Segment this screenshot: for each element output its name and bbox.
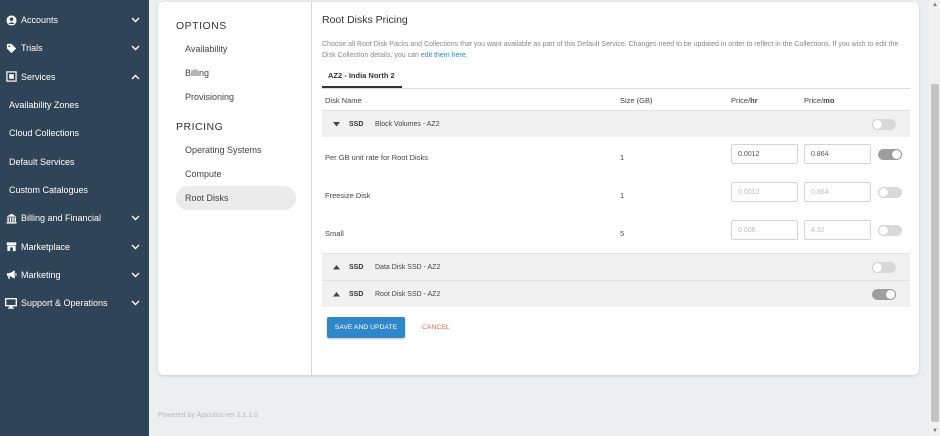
- column-header-price-mo: Price/mo: [804, 96, 835, 105]
- sidebar-item-label: Accounts: [21, 15, 59, 26]
- chevron-down-icon: [130, 270, 140, 280]
- chevron-down-icon: [130, 43, 140, 53]
- disk-type-label: SSD: [349, 290, 364, 298]
- settings-nav: OPTIONS Availability Billing Provisionin…: [158, 2, 312, 375]
- group-enable-toggle[interactable]: [872, 262, 896, 273]
- nav-link-billing[interactable]: Billing: [176, 61, 296, 85]
- column-header-price-hr: Price/hr: [731, 96, 758, 105]
- save-and-update-button[interactable]: SAVE AND UPDATE: [327, 317, 405, 338]
- disk-size: 5: [620, 229, 625, 238]
- page-title: Root Disks Pricing: [322, 14, 408, 26]
- user-icon: [5, 14, 17, 26]
- group-enable-toggle[interactable]: [872, 119, 896, 130]
- sidebar-item-label: Cloud Collections: [9, 128, 80, 139]
- tab-divider: [322, 88, 910, 89]
- price-mo-input[interactable]: [804, 144, 871, 164]
- caret-up-icon[interactable]: [332, 291, 340, 297]
- disk-group-root-disk: SSD Root Disk SSD - AZ2: [322, 280, 910, 307]
- price-hr-input[interactable]: [731, 144, 798, 164]
- disk-size: 1: [620, 191, 625, 200]
- sidebar-item-cloud-collections[interactable]: Cloud Collections: [0, 119, 149, 147]
- table-row: Small 5: [322, 214, 910, 252]
- disk-size: 1: [620, 153, 625, 162]
- sidebar-item-custom-catalogues[interactable]: Custom Catalogues: [0, 176, 149, 204]
- bank-icon: [5, 212, 17, 224]
- sidebar-item-label: Services: [21, 71, 56, 82]
- disk-type-label: SSD: [349, 263, 364, 271]
- nav-link-operating-systems[interactable]: Operating Systems: [176, 138, 296, 162]
- nav-link-root-disks[interactable]: Root Disks: [176, 186, 296, 210]
- sidebar-item-label: Trials: [21, 43, 43, 54]
- price-mo-input[interactable]: [804, 220, 871, 240]
- disk-group-name: Block Volumes - AZ2: [375, 120, 440, 128]
- sidebar-item-marketplace[interactable]: Marketplace: [0, 232, 149, 260]
- disk-name: Freesize Disk: [325, 191, 371, 200]
- disk-name: Per GB unit rate for Root Disks: [325, 153, 428, 162]
- megaphone-icon: [5, 269, 17, 281]
- disk-group-name: Data Disk SSD - AZ2: [375, 263, 441, 271]
- nav-link-availability[interactable]: Availability: [176, 37, 296, 61]
- sidebar-item-label: Custom Catalogues: [9, 184, 89, 195]
- group-enable-toggle[interactable]: [872, 289, 896, 300]
- table-row: Freesize Disk 1: [322, 176, 910, 214]
- nav-link-provisioning[interactable]: Provisioning: [176, 85, 296, 109]
- sidebar-item-default-services[interactable]: Default Services: [0, 147, 149, 175]
- options-heading: OPTIONS: [176, 20, 227, 32]
- sidebar-item-availability-zones[interactable]: Availability Zones: [0, 91, 149, 119]
- price-hr-input[interactable]: [731, 220, 798, 240]
- store-icon: [5, 241, 17, 253]
- row-enable-toggle[interactable]: [878, 187, 902, 198]
- caret-down-icon[interactable]: [332, 121, 340, 127]
- pricing-heading: PRICING: [176, 121, 224, 133]
- sidebar-item-label: Availability Zones: [9, 100, 79, 111]
- cancel-button[interactable]: CANCEL: [422, 317, 450, 338]
- scrollbar-thumb[interactable]: [931, 84, 939, 422]
- chevron-up-icon: [130, 72, 140, 82]
- chevron-down-icon: [130, 15, 140, 25]
- disk-name: Small: [325, 229, 344, 238]
- tag-icon: [5, 42, 17, 54]
- chevron-down-icon: [130, 242, 140, 252]
- scroll-down-icon[interactable]: ▼: [930, 427, 940, 435]
- sidebar-item-trials[interactable]: Trials: [0, 34, 149, 62]
- table-row: Per GB unit rate for Root Disks 1: [322, 138, 910, 176]
- sidebar-item-label: Default Services: [9, 156, 75, 167]
- services-icon: [5, 71, 17, 83]
- sidebar-item-label: Support & Operations: [21, 298, 108, 309]
- sidebar-item-billing-financial[interactable]: Billing and Financial: [0, 204, 149, 232]
- disk-type-label: SSD: [349, 120, 364, 128]
- row-enable-toggle[interactable]: [878, 149, 902, 160]
- sidebar-item-label: Marketing: [21, 269, 61, 280]
- nav-link-compute[interactable]: Compute: [176, 162, 296, 186]
- caret-up-icon[interactable]: [332, 264, 340, 270]
- description: Choose all Root Disk Packs and Collectio…: [322, 41, 899, 59]
- footer-version: Powered by Apiculus ver 2.1.1.0: [158, 412, 259, 419]
- sidebar-item-marketing[interactable]: Marketing: [0, 261, 149, 289]
- column-header-size: Size (GB): [620, 96, 653, 105]
- service-settings-card: OPTIONS Availability Billing Provisionin…: [158, 2, 919, 375]
- disk-group-data-disk: SSD Data Disk SSD - AZ2: [322, 253, 910, 280]
- tab-az2-india-north-2[interactable]: AZ2 - India North 2: [322, 71, 402, 88]
- price-hr-input[interactable]: [731, 182, 798, 202]
- sidebar-item-label: Marketplace: [21, 241, 71, 252]
- sidebar-item-services[interactable]: Services: [0, 63, 149, 91]
- chevron-down-icon: [130, 298, 140, 308]
- monitor-icon: [5, 297, 17, 309]
- sidebar-item-support-operations[interactable]: Support & Operations: [0, 289, 149, 317]
- disk-group-block-volumes: SSD Block Volumes - AZ2: [322, 110, 910, 137]
- sidebar-item-accounts[interactable]: Accounts: [0, 6, 149, 34]
- row-enable-toggle[interactable]: [878, 225, 902, 236]
- edit-them-here-link[interactable]: edit them here: [421, 52, 466, 59]
- sidebar-item-label: Billing and Financial: [21, 213, 102, 224]
- price-mo-input[interactable]: [804, 182, 871, 202]
- chevron-down-icon: [130, 213, 140, 223]
- root-disks-pricing-panel: Root Disks Pricing Choose all Root Disk …: [322, 2, 910, 375]
- scroll-up-icon[interactable]: ▲: [930, 1, 940, 9]
- disk-group-name: Root Disk SSD - AZ2: [375, 290, 441, 298]
- column-header-disk-name: Disk Name: [325, 96, 362, 105]
- sidebar: Accounts Trials Services Availability Zo…: [0, 0, 149, 436]
